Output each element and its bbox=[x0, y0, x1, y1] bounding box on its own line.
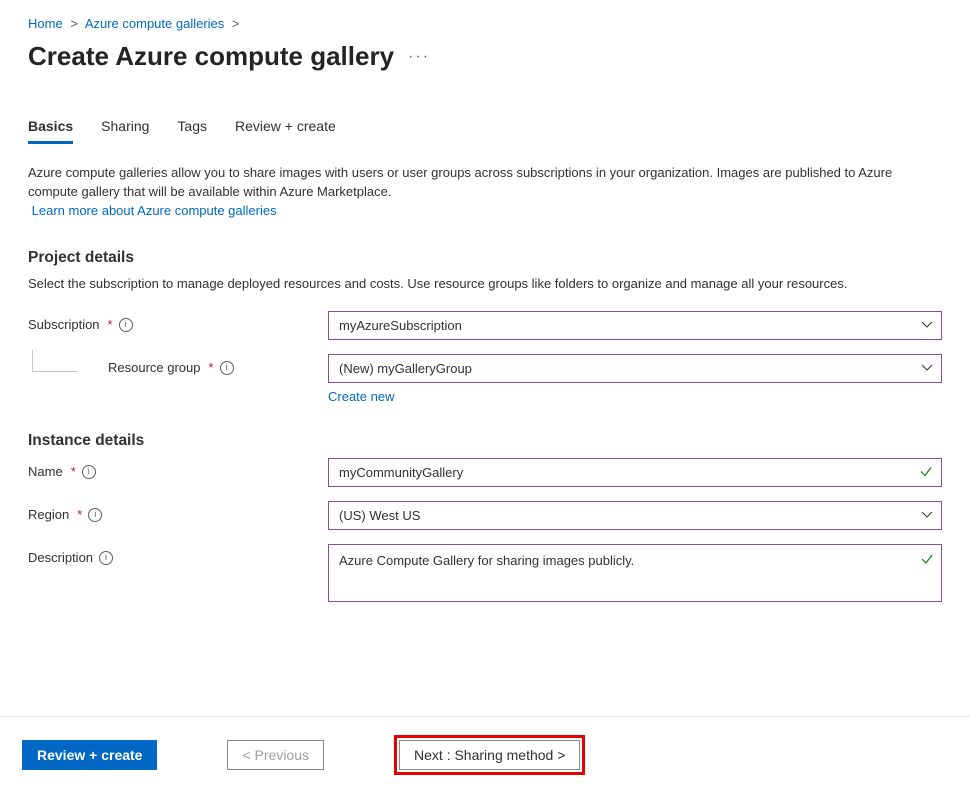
breadcrumb: Home > Azure compute galleries > bbox=[28, 10, 942, 41]
project-details-heading: Project details bbox=[28, 249, 942, 267]
required-icon: * bbox=[77, 507, 82, 522]
region-dropdown[interactable]: (US) West US bbox=[328, 501, 942, 530]
project-details-desc: Select the subscription to manage deploy… bbox=[28, 275, 942, 294]
instance-details-heading: Instance details bbox=[28, 432, 942, 450]
info-icon[interactable]: i bbox=[220, 361, 234, 375]
highlight-box: Next : Sharing method > bbox=[394, 735, 585, 775]
more-menu-icon[interactable]: ··· bbox=[408, 48, 430, 66]
subscription-value: myAzureSubscription bbox=[339, 318, 462, 333]
chevron-right-icon: > bbox=[70, 16, 78, 31]
chevron-down-icon bbox=[921, 361, 933, 376]
region-label: Region bbox=[28, 507, 69, 522]
check-icon bbox=[920, 552, 934, 569]
name-input[interactable]: myCommunityGallery bbox=[328, 458, 942, 487]
description-textarea[interactable] bbox=[328, 544, 942, 602]
info-icon[interactable]: i bbox=[82, 465, 96, 479]
region-value: (US) West US bbox=[339, 508, 420, 523]
check-icon bbox=[919, 464, 933, 481]
info-icon[interactable]: i bbox=[88, 508, 102, 522]
footer-bar: Review + create < Previous Next : Sharin… bbox=[0, 716, 970, 775]
intro-text: Azure compute galleries allow you to sha… bbox=[28, 164, 942, 221]
tab-basics[interactable]: Basics bbox=[28, 112, 73, 144]
tab-review[interactable]: Review + create bbox=[235, 112, 336, 144]
resource-group-dropdown[interactable]: (New) myGalleryGroup bbox=[328, 354, 942, 383]
tree-connector-icon bbox=[32, 350, 78, 372]
page-title: Create Azure compute gallery bbox=[28, 41, 394, 72]
review-create-button[interactable]: Review + create bbox=[22, 740, 157, 770]
learn-more-link[interactable]: Learn more about Azure compute galleries bbox=[32, 203, 277, 218]
chevron-down-icon bbox=[921, 318, 933, 333]
description-label: Description bbox=[28, 550, 93, 565]
subscription-dropdown[interactable]: myAzureSubscription bbox=[328, 311, 942, 340]
previous-button[interactable]: < Previous bbox=[227, 740, 324, 770]
tab-tags[interactable]: Tags bbox=[177, 112, 207, 144]
breadcrumb-galleries[interactable]: Azure compute galleries bbox=[85, 16, 224, 31]
resource-group-label: Resource group bbox=[108, 360, 201, 375]
resource-group-value: (New) myGalleryGroup bbox=[339, 361, 472, 376]
name-value: myCommunityGallery bbox=[339, 465, 463, 480]
info-icon[interactable]: i bbox=[99, 551, 113, 565]
required-icon: * bbox=[209, 360, 214, 375]
next-button[interactable]: Next : Sharing method > bbox=[399, 740, 580, 770]
chevron-down-icon bbox=[921, 508, 933, 523]
name-label: Name bbox=[28, 464, 63, 479]
tab-sharing[interactable]: Sharing bbox=[101, 112, 149, 144]
create-new-link[interactable]: Create new bbox=[328, 389, 394, 404]
required-icon: * bbox=[71, 464, 76, 479]
info-icon[interactable]: i bbox=[119, 318, 133, 332]
subscription-label: Subscription bbox=[28, 317, 100, 332]
tabs: Basics Sharing Tags Review + create bbox=[28, 112, 942, 144]
intro-line: Azure compute galleries allow you to sha… bbox=[28, 165, 892, 199]
breadcrumb-home[interactable]: Home bbox=[28, 16, 63, 31]
chevron-right-icon: > bbox=[232, 16, 240, 31]
required-icon: * bbox=[108, 317, 113, 332]
